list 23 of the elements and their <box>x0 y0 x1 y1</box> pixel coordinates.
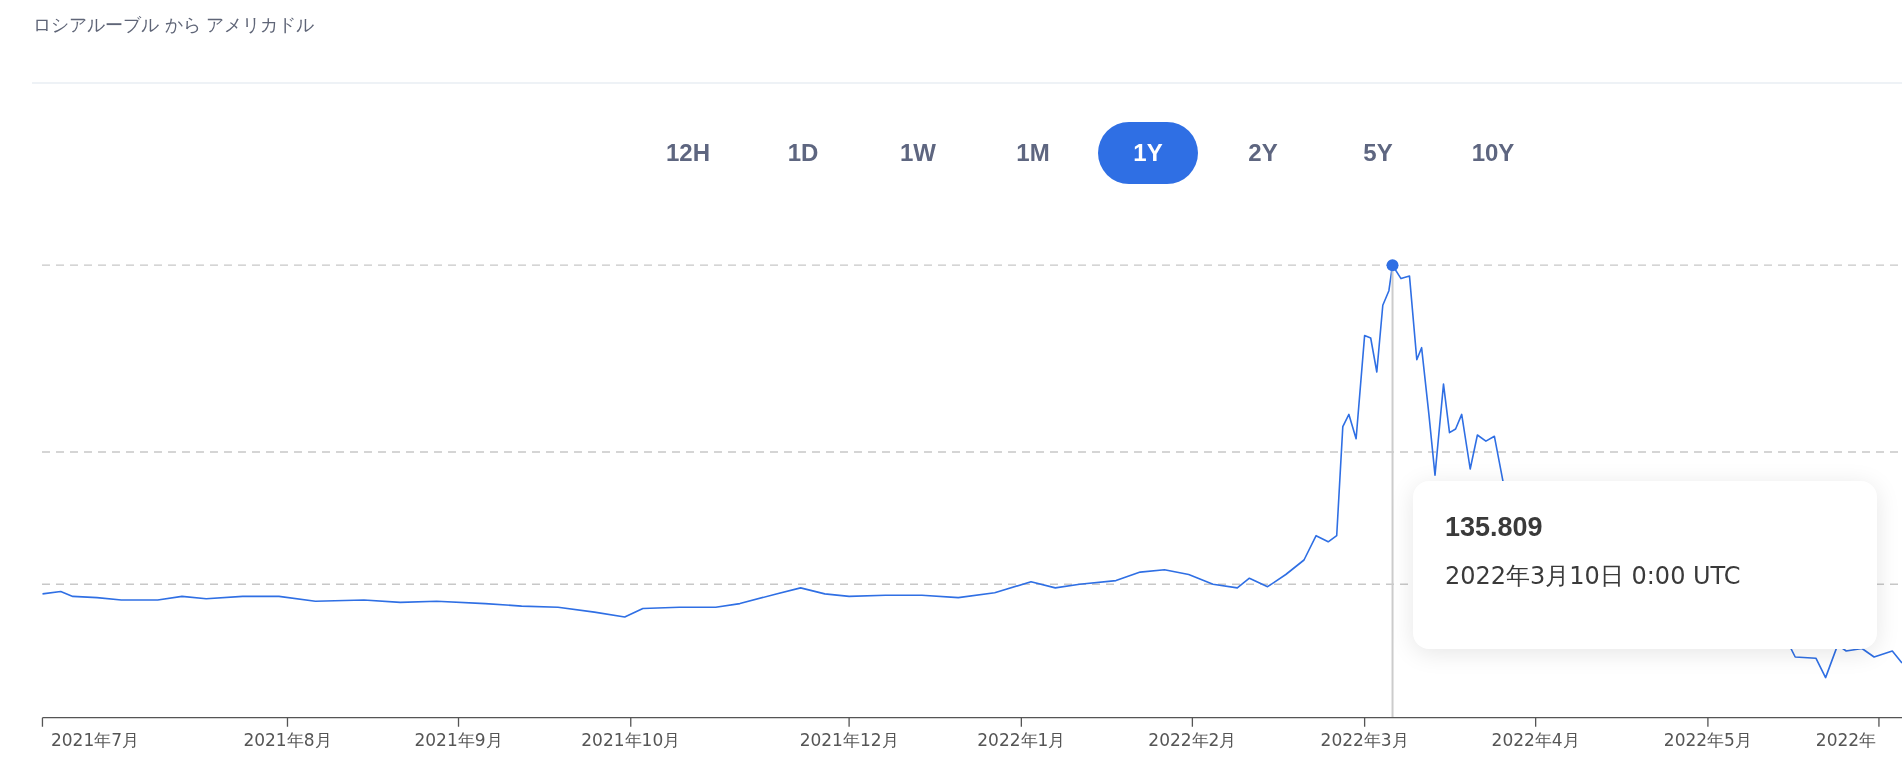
range-tab[interactable]: 1D <box>753 122 853 184</box>
axis-label: 2022年4月 <box>1491 729 1580 750</box>
page-title: ロシアルーブル から アメリカドル <box>32 13 316 37</box>
range-tab[interactable]: 2Y <box>1213 122 1313 184</box>
range-tab[interactable]: 1W <box>868 122 968 184</box>
axis-label: 2022年 <box>1815 729 1877 750</box>
axis-label: 2022年5月 <box>1663 729 1752 750</box>
axis-label: 2021年10月 <box>581 729 681 750</box>
axis-label: 2022年3月 <box>1320 729 1409 750</box>
highlight-dot <box>1386 259 1399 272</box>
axis-label: 2021年9月 <box>414 729 503 750</box>
axis-label: 2022年2月 <box>1148 729 1237 750</box>
axis-label: 2021年7月 <box>50 729 140 750</box>
tooltip-date: 2022年3月10日 0:00 UTC <box>1445 560 1742 592</box>
tooltip-value: 135.809 <box>1445 511 1544 544</box>
axis-label: 2021年8月 <box>243 729 332 750</box>
axis-label: 2022年1月 <box>977 729 1066 750</box>
range-tab[interactable]: 1M <box>983 122 1083 184</box>
range-tab[interactable]: 1Y <box>1098 122 1198 184</box>
range-tab[interactable]: 10Y <box>1443 122 1543 184</box>
axis-label: 2021年12月 <box>799 729 899 750</box>
range-tab[interactable]: 12H <box>638 122 738 184</box>
range-tab[interactable]: 5Y <box>1328 122 1428 184</box>
